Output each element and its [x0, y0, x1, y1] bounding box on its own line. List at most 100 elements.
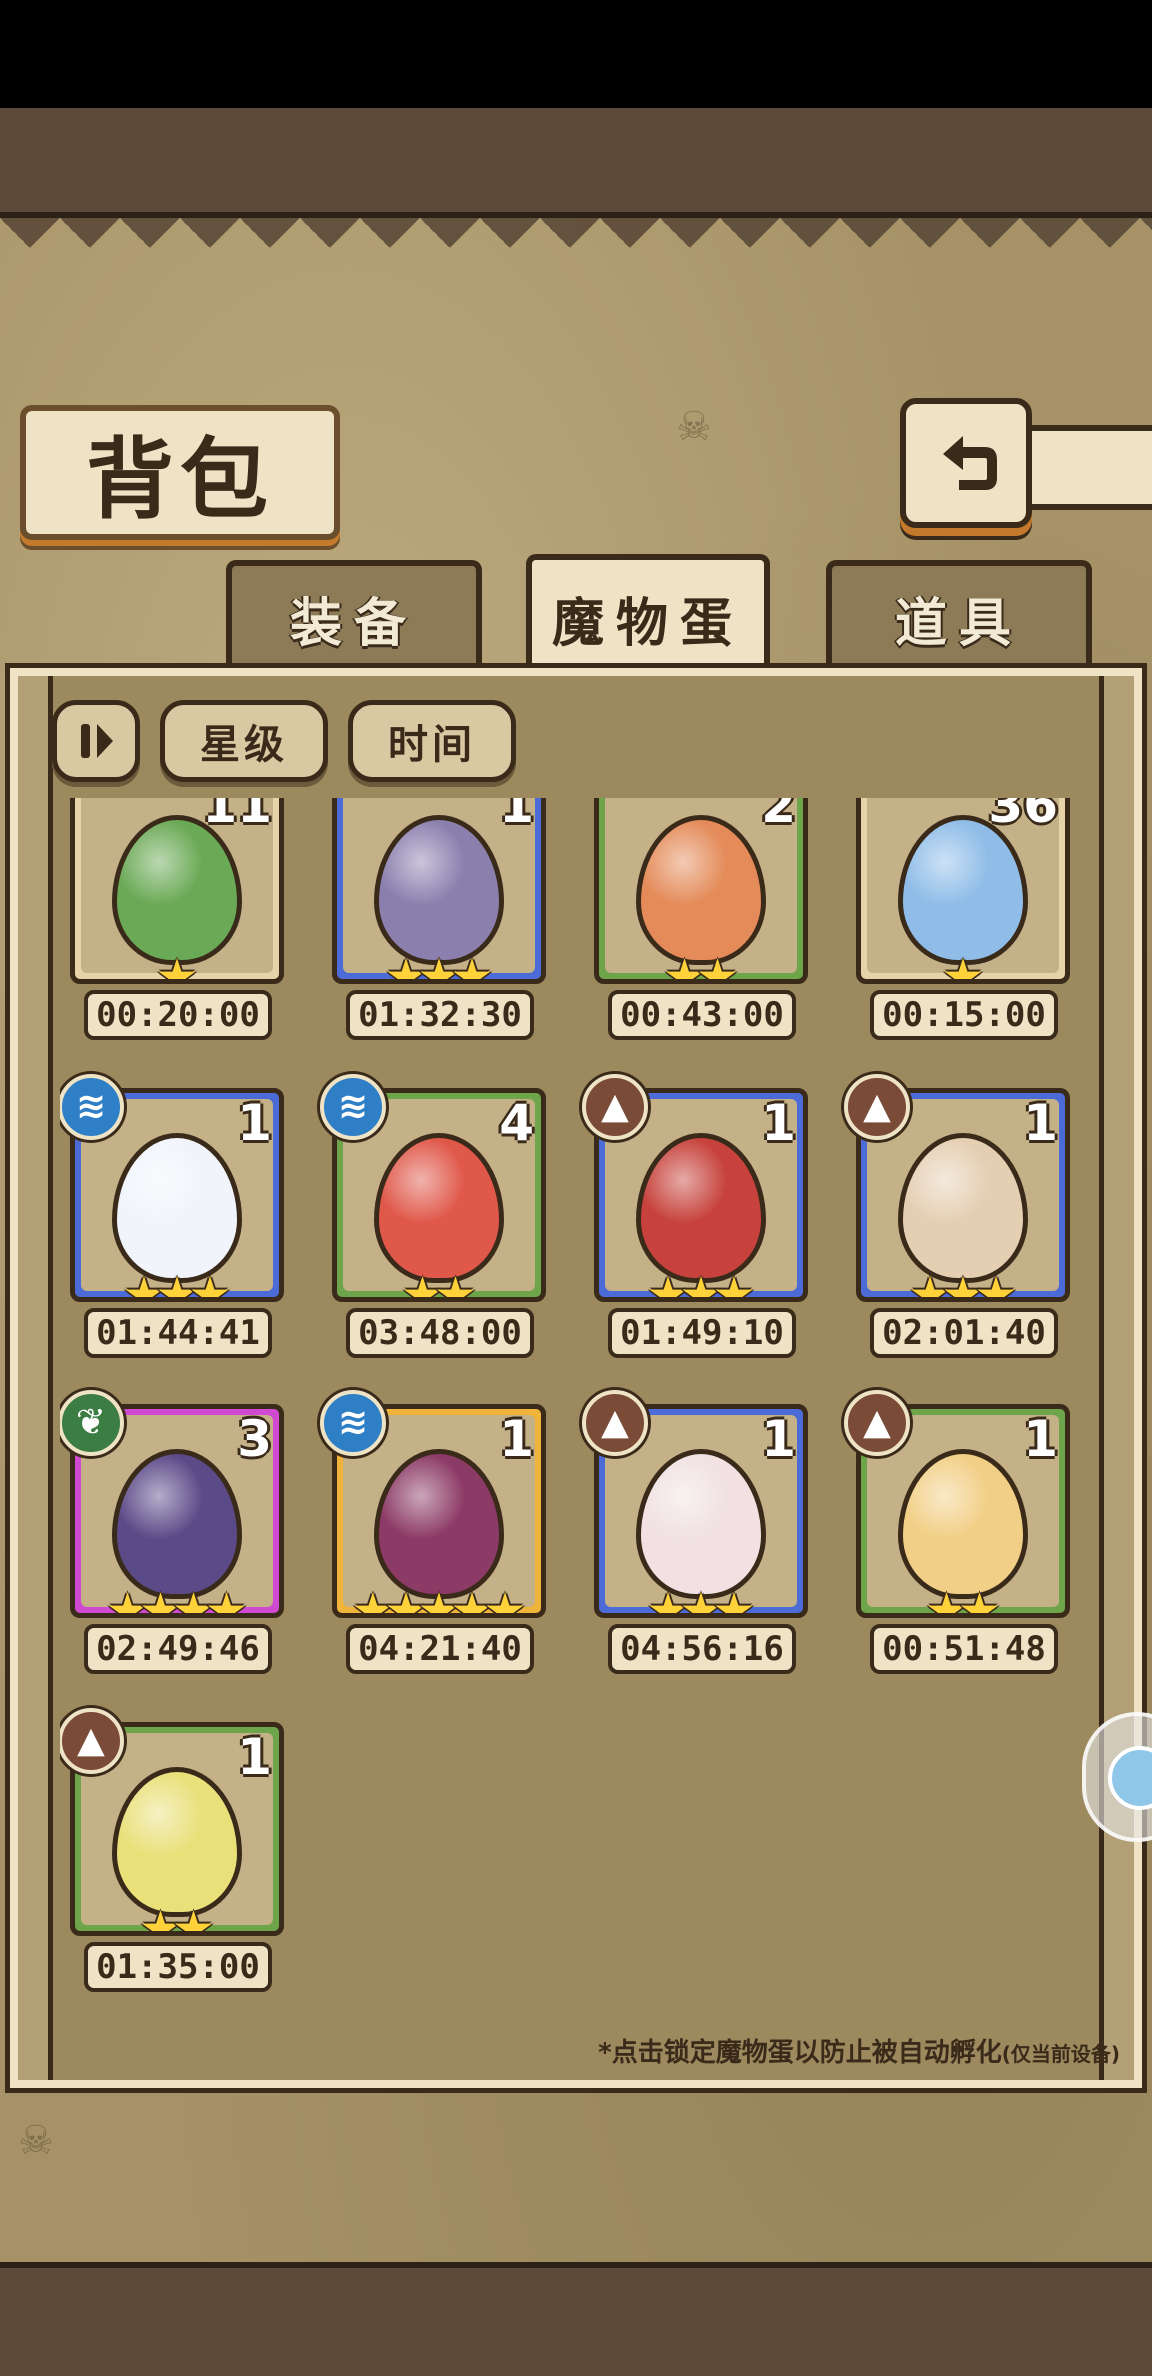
game-screen: ☠ ☠ 背包 装备 魔物蛋 道具 星级 时间 ★ 11 00:20:00 ★★★ 1 01… — [0, 0, 1152, 2376]
title-plate: 背包 — [20, 405, 340, 540]
star-icon: ★ — [958, 1583, 1002, 1618]
star-icon: ★ — [696, 949, 740, 984]
egg-card[interactable]: ★★ ▲ 1 01:35:00 — [60, 1708, 290, 1998]
mountain-icon: ▲ — [582, 1074, 648, 1140]
egg-count: 1 — [237, 1728, 272, 1786]
star-rating: ★★★ — [861, 1267, 1065, 1302]
skull-map-icon: ☠ — [18, 2118, 54, 2164]
egg-card[interactable]: ★★★ 1 01:32:30 — [322, 798, 552, 1058]
water-wave-icon: ≋ — [320, 1074, 386, 1140]
star-rating: ★ — [861, 949, 1065, 984]
sort-by-time-label: 时间 — [388, 721, 476, 768]
zigzag-border-bottom — [0, 2204, 1152, 2264]
egg-count: 1 — [1023, 1410, 1058, 1468]
element-glyph: ≋ — [337, 1086, 369, 1127]
hatch-timer: 04:56:16 — [608, 1624, 796, 1674]
egg-count: 1 — [761, 1410, 796, 1468]
back-arrow-icon — [943, 436, 997, 490]
element-glyph: ▲ — [601, 1402, 629, 1443]
egg-count: 1 — [499, 1410, 534, 1468]
lock-hint-text: *点击锁定魔物蛋以防止被自动孵化(仅当前设备) — [598, 2032, 1120, 2069]
tab-monster-eggs-label: 魔物蛋 — [551, 592, 744, 654]
lock-hint-main: *点击锁定魔物蛋以防止被自动孵化 — [598, 2038, 1002, 2068]
back-button-rail — [1026, 425, 1152, 510]
mountain-icon: ▲ — [60, 1708, 124, 1774]
star-rating: ★★★ — [599, 1271, 803, 1297]
tab-items[interactable]: 道具 — [826, 560, 1092, 670]
egg-count: 4 — [499, 1094, 534, 1152]
egg-card[interactable]: ★★ 2 00:43:00 — [584, 798, 814, 1058]
star-rating: ★★ — [599, 949, 803, 984]
star-rating: ★★ — [337, 1267, 541, 1302]
hatch-timer: 01:35:00 — [84, 1942, 272, 1992]
hatch-timer: 00:20:00 — [84, 990, 272, 1040]
egg-card[interactable]: ★★★ ▲ 1 02:01:40 — [844, 1074, 1076, 1376]
mountain-icon: ▲ — [844, 1074, 910, 1140]
element-glyph: ▲ — [863, 1402, 891, 1443]
hatch-timer: 00:51:48 — [870, 1624, 1058, 1674]
egg-card[interactable]: ★★★★ ❦ 3 02:49:46 — [60, 1390, 290, 1692]
star-icon: ★ — [712, 1583, 756, 1618]
egg-card[interactable]: ★★★ ▲ 1 04:56:16 — [582, 1390, 814, 1692]
element-glyph: ≋ — [75, 1086, 107, 1127]
tab-equipment[interactable]: 装备 — [226, 560, 482, 670]
status-bar — [0, 0, 1152, 108]
hatch-timer: 01:32:30 — [346, 990, 534, 1040]
hatch-timer: 02:01:40 — [870, 1308, 1058, 1358]
bottom-wood-strip — [0, 2262, 1152, 2376]
hatch-timer: 04:21:40 — [346, 1624, 534, 1674]
leaf-icon: ❦ — [60, 1390, 124, 1456]
egg-count: 1 — [499, 798, 534, 834]
egg-count: 3 — [237, 1410, 272, 1468]
egg-count: 1 — [761, 1094, 796, 1152]
top-wood-strip — [0, 108, 1152, 218]
star-icon: ★ — [188, 1267, 232, 1302]
star-rating: ★★★ — [599, 1583, 803, 1618]
egg-card[interactable]: ★★ ≋ 4 03:48:00 — [320, 1074, 552, 1376]
star-icon: ★ — [450, 949, 494, 984]
zigzag-border-top — [0, 218, 1152, 278]
sort-by-star-button[interactable]: 星级 — [160, 700, 328, 782]
egg-card[interactable]: ★ 11 00:20:00 — [60, 798, 290, 1058]
star-icon: ★ — [155, 949, 199, 984]
page-title: 背包 — [85, 427, 274, 531]
egg-card[interactable]: ★★★ ▲ 1 01:49:10 — [582, 1074, 814, 1376]
tab-monster-eggs[interactable]: 魔物蛋 — [526, 554, 770, 676]
egg-count: 1 — [1023, 1094, 1058, 1152]
hatch-timer: 02:49:46 — [84, 1624, 272, 1674]
egg-count: 2 — [761, 798, 796, 834]
sort-by-star-label: 星级 — [200, 721, 288, 768]
skull-map-icon: ☠ — [676, 404, 712, 450]
element-glyph: ▲ — [601, 1086, 629, 1127]
lock-hint-sub: (仅当前设备) — [1001, 2042, 1120, 2066]
star-icon: ★ — [205, 1583, 249, 1618]
sort-toggle-button[interactable] — [52, 700, 140, 782]
mountain-icon: ▲ — [582, 1390, 648, 1456]
star-icon: ★ — [974, 1267, 1018, 1302]
hatch-timer: 03:48:00 — [346, 1308, 534, 1358]
hatch-timer: 01:49:10 — [608, 1308, 796, 1358]
star-icon: ★ — [483, 1583, 527, 1618]
water-wave-icon: ≋ — [320, 1390, 386, 1456]
egg-card[interactable]: ★ 36 00:15:00 — [846, 798, 1076, 1058]
egg-count: 36 — [988, 798, 1058, 834]
element-glyph: ▲ — [77, 1720, 105, 1761]
star-rating: ★★★ — [75, 1267, 279, 1302]
water-wave-icon: ≋ — [60, 1074, 124, 1140]
egg-grid: ★ 11 00:20:00 ★★★ 1 01:32:30 ★★ 2 00:43:00 ★ 36 00:… — [60, 798, 1090, 1998]
star-rating: ★★★★★ — [337, 1583, 541, 1618]
star-icon: ★ — [434, 1267, 478, 1302]
hatch-timer: 01:44:41 — [84, 1308, 272, 1358]
element-glyph: ≋ — [337, 1402, 369, 1443]
sort-by-time-button[interactable]: 时间 — [348, 700, 516, 782]
hatch-timer: 00:15:00 — [870, 990, 1058, 1040]
egg-card[interactable]: ★★★★★ ≋ 1 04:21:40 — [320, 1390, 552, 1692]
element-glyph: ▲ — [863, 1086, 891, 1127]
egg-card[interactable]: ★★ ▲ 1 00:51:48 — [844, 1390, 1076, 1692]
mountain-icon: ▲ — [844, 1390, 910, 1456]
star-icon: ★ — [941, 949, 985, 984]
egg-card[interactable]: ★★★ ≋ 1 01:44:41 — [60, 1074, 290, 1376]
pause-sort-icon — [81, 724, 113, 758]
back-button[interactable] — [900, 398, 1032, 528]
star-icon: ★ — [172, 1901, 216, 1936]
